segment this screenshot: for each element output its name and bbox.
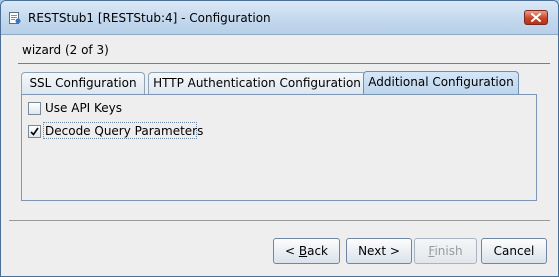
use-api-keys-checkbox[interactable] [28,102,41,115]
dialog-window: RESTStub1 [RESTStub:4] - Configuration w… [0,0,559,277]
app-stub-icon [9,12,21,24]
finish-button-rest: inish [434,244,463,258]
next-button[interactable]: Next > [346,238,412,264]
cancel-button[interactable]: Cancel [481,238,547,264]
use-api-keys-label: Use API Keys [45,101,123,115]
back-button-mnemonic: B [298,244,308,258]
tab-panel-additional-configuration: Use API Keys Decode Query Parameters [21,94,537,201]
checkmark-icon [30,127,39,136]
finish-button[interactable]: Finish [414,238,477,264]
button-divider [9,220,550,221]
decode-query-parameters-label: Decode Query Parameters [45,124,204,138]
dialog-content: wizard (2 of 3) SSL Configuration HTTP A… [9,35,550,268]
window-title: RESTStub1 [RESTStub:4] - Configuration [28,11,271,25]
title-bar[interactable]: RESTStub1 [RESTStub:4] - Configuration [1,1,558,35]
close-icon [531,13,541,22]
back-button[interactable]: < Back [273,238,340,264]
decode-query-parameters-checkbox[interactable] [28,125,41,138]
back-button-prefix: < [284,244,299,258]
tab-ssl-configuration[interactable]: SSL Configuration [21,72,145,94]
header-divider [18,63,550,64]
tab-http-authentication-configuration[interactable]: HTTP Authentication Configuration [148,72,366,94]
wizard-step-label: wizard (2 of 3) [22,43,109,57]
tab-additional-configuration[interactable]: Additional Configuration [363,71,519,95]
close-button[interactable] [524,10,548,25]
back-button-rest: ack [307,244,328,258]
